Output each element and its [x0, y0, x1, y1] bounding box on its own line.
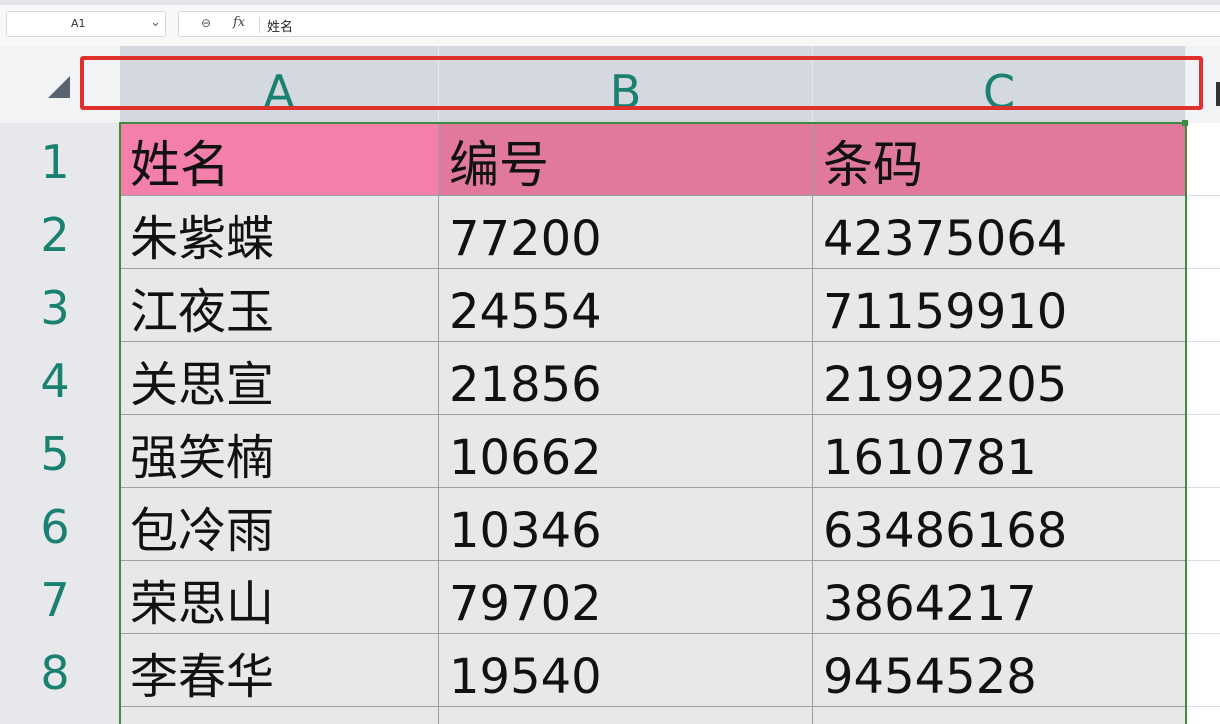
name-box[interactable]: A1 ⌄: [6, 11, 166, 37]
gridline: [1187, 633, 1220, 634]
row-header-6[interactable]: 6: [0, 488, 120, 561]
row-header-1[interactable]: 1: [0, 123, 120, 196]
row-header-7[interactable]: 7: [0, 561, 120, 634]
formula-bar: A1 ⌄ ⊖ fx 姓名: [0, 0, 1220, 46]
gridline: [1187, 414, 1220, 415]
gridline: [1187, 560, 1220, 561]
row-header-4[interactable]: 4: [0, 342, 120, 415]
zoom-icon[interactable]: ⊖: [201, 16, 211, 30]
gridline: [1187, 487, 1220, 488]
gridline: [1187, 341, 1220, 342]
row-header-8[interactable]: 8: [0, 634, 120, 707]
gridline: [1187, 268, 1220, 269]
row-header-3[interactable]: 3: [0, 269, 120, 342]
formula-separator: [259, 17, 260, 33]
select-all-triangle-icon[interactable]: [48, 76, 70, 98]
row-header-2[interactable]: 2: [0, 196, 120, 269]
selection-frame: [119, 122, 1187, 724]
ribbon-edge: [0, 0, 1220, 5]
gridline: [1187, 195, 1220, 196]
gridline: [1187, 706, 1220, 707]
formula-input[interactable]: ⊖ fx 姓名: [178, 11, 1220, 37]
fill-handle[interactable]: [1182, 120, 1188, 126]
highlight-box: [80, 56, 1203, 110]
formula-value[interactable]: 姓名: [267, 16, 293, 35]
name-box-value: A1: [71, 17, 86, 30]
function-icon[interactable]: fx: [233, 15, 245, 30]
row-header-5[interactable]: 5: [0, 415, 120, 488]
column-header-d-edge: [1216, 82, 1220, 106]
chevron-down-icon[interactable]: ⌄: [150, 15, 161, 30]
